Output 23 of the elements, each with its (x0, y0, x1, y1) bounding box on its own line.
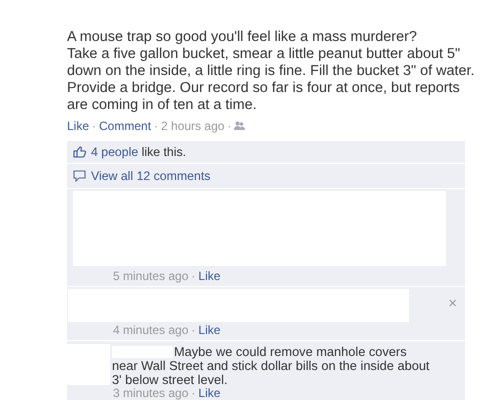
comment-link[interactable]: Comment (99, 119, 152, 133)
timestamp: 3 minutes ago (113, 386, 188, 400)
separator-dot: · (191, 323, 196, 337)
separator-dot: · (154, 119, 158, 133)
friends-icon (234, 121, 246, 131)
separator-dot: · (227, 119, 232, 133)
separator-dot: · (191, 269, 196, 283)
comment-icon (73, 170, 86, 182)
separator-dot: · (191, 386, 196, 400)
comment-text: Maybe we could remove manhole covers near Wall Street and stick dollar bills on the inside about 3' below street level. (112, 344, 430, 387)
thumbs-up-icon (73, 146, 86, 158)
like-link[interactable]: Like (198, 323, 220, 337)
likes-text: 4 people like this. (91, 145, 186, 159)
people-link[interactable]: 4 people (91, 145, 138, 159)
timestamp: 5 minutes ago (113, 269, 188, 283)
timestamp: 4 minutes ago (113, 323, 188, 337)
view-all-comments-link[interactable]: View all 12 comments (67, 163, 465, 188)
separator-dot: · (92, 119, 96, 133)
like-link[interactable]: Like (198, 269, 220, 283)
like-link[interactable]: Like (198, 386, 220, 400)
like-link[interactable]: Like (67, 119, 90, 133)
timestamp: 2 hours ago (161, 119, 224, 133)
post-text: A mouse trap so good you'll feel like a mass murderer? Take a five gallon bucket, smear a little peanut butter about 5" down on the inside, a little ring is fine. Fill the bucket 3" of water. Provide a bridge. Our record so far is four at once, but reports are coming in of ten at a time. (67, 29, 476, 114)
